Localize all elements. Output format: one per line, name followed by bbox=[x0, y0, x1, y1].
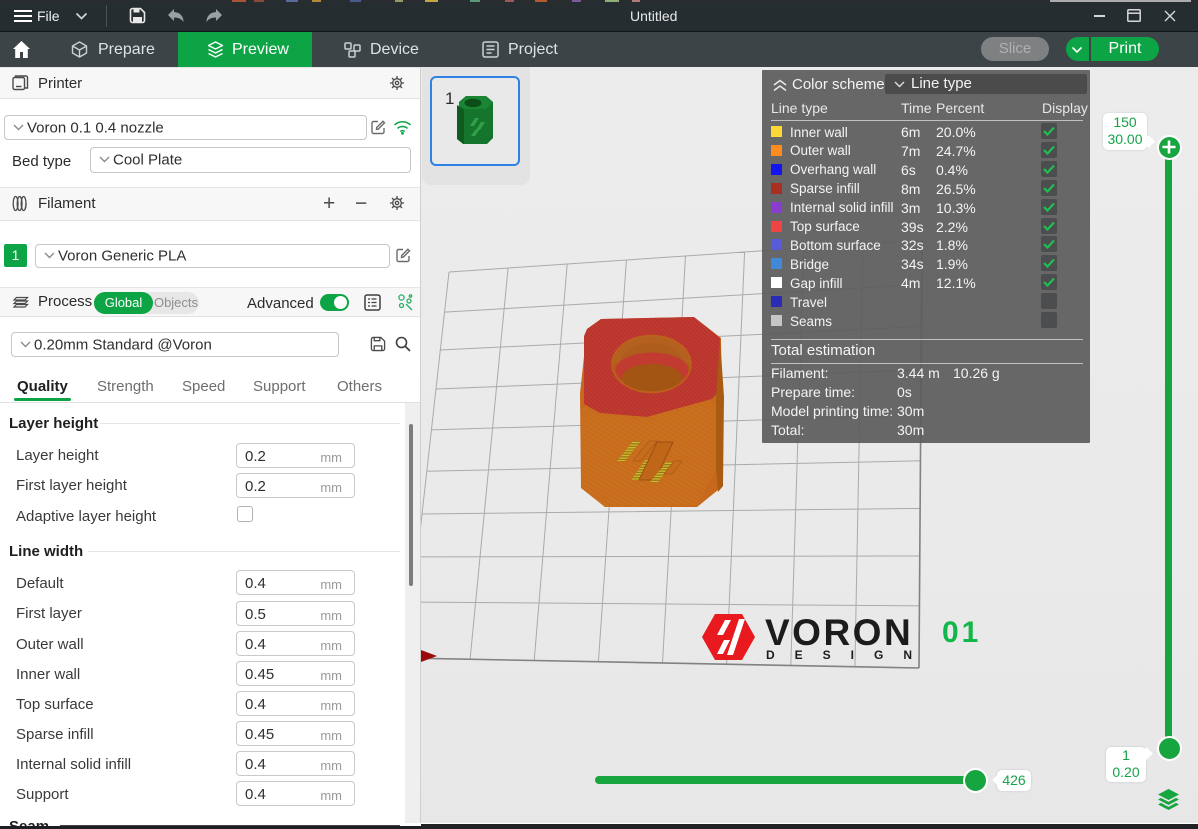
svg-text:DESIGN: DESIGN bbox=[766, 648, 932, 662]
svg-text:01: 01 bbox=[942, 616, 981, 649]
svg-text:VORON: VORON bbox=[765, 612, 913, 653]
